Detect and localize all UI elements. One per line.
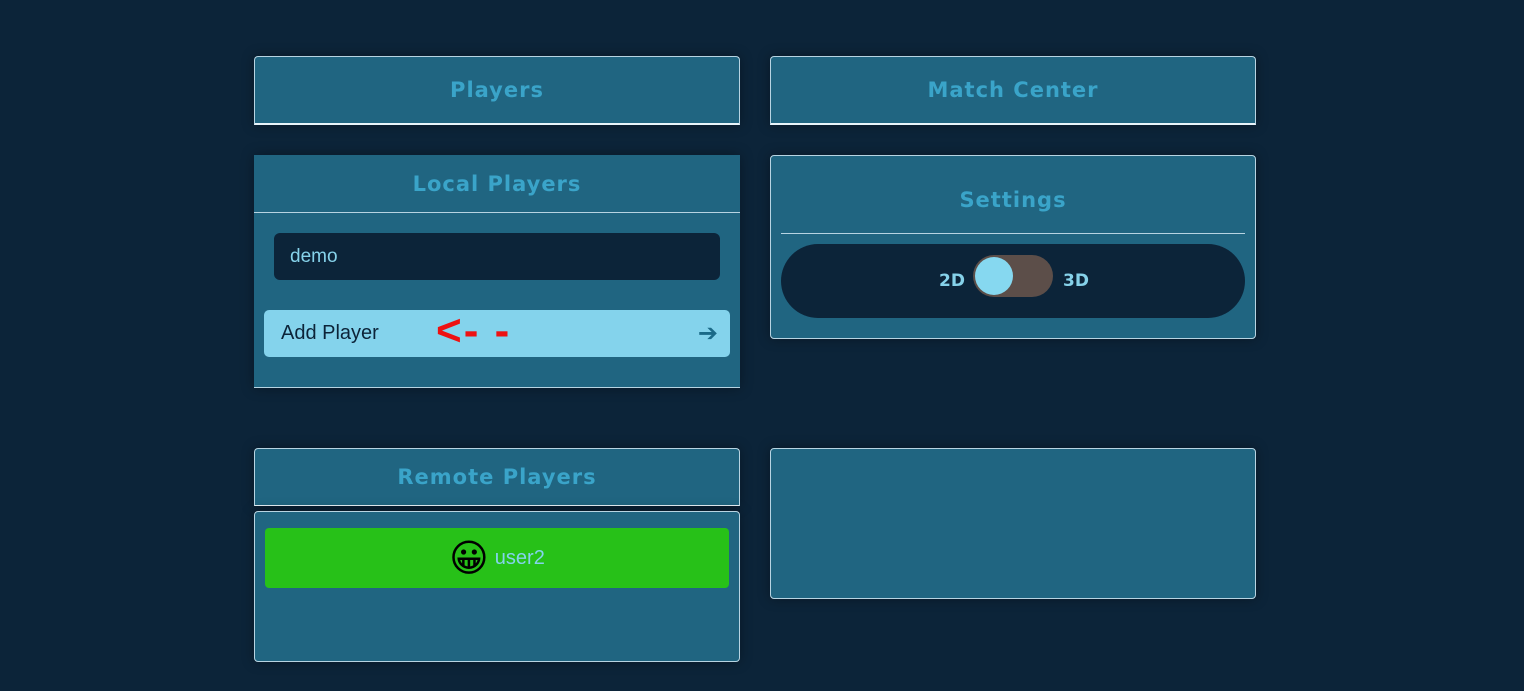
- toggle-knob[interactable]: [975, 257, 1013, 295]
- toggle-label-3d: 3D: [1063, 271, 1089, 291]
- players-tab-label: Players: [450, 78, 544, 102]
- settings-title: Settings: [781, 176, 1245, 234]
- local-players-title: Local Players: [254, 155, 740, 213]
- match-center-tab-label: Match Center: [927, 78, 1099, 102]
- add-player-label: Add Player: [281, 322, 379, 344]
- remote-players-title: Remote Players: [254, 448, 740, 506]
- annotation-arrow: <- -: [436, 306, 512, 355]
- arrow-right-icon: ➔: [697, 319, 718, 347]
- add-player-button[interactable]: Add Player <- - ➔: [264, 306, 730, 357]
- remote-players-panel: Remote Players 😀 user2: [254, 448, 740, 662]
- remote-player-name: user2: [494, 546, 545, 569]
- empty-panel: [770, 448, 1256, 599]
- player-name-input[interactable]: [274, 233, 720, 280]
- toggle-label-2d: 2D: [939, 271, 965, 291]
- remote-player-item[interactable]: 😀 user2: [265, 528, 729, 588]
- match-center-tab[interactable]: Match Center: [770, 56, 1256, 125]
- view-mode-toggle[interactable]: [973, 255, 1053, 297]
- remote-players-list: 😀 user2: [254, 511, 740, 662]
- grinning-face-avatar: 😀: [449, 536, 489, 580]
- view-mode-toggle-container: 2D 3D: [781, 244, 1245, 318]
- settings-panel: Settings 2D 3D: [770, 155, 1256, 339]
- players-tab[interactable]: Players: [254, 56, 740, 125]
- local-players-panel: Local Players Add Player <- - ➔: [254, 155, 740, 388]
